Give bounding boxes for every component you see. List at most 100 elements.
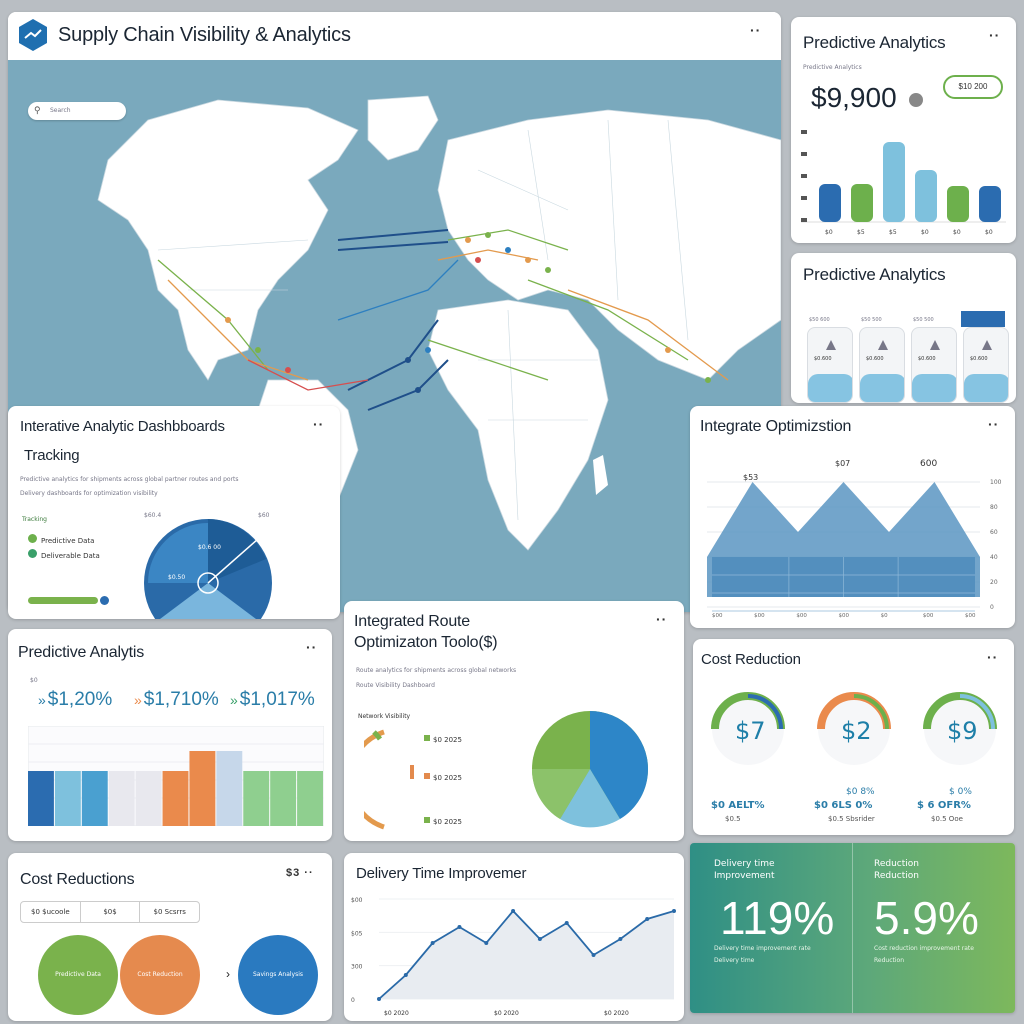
y-tick-label: $00	[351, 897, 363, 904]
card-title: Delivery Time Improvemer	[356, 865, 527, 882]
cost-circle[interactable]: Predictive Data	[38, 935, 118, 1015]
kpi-left-value: 119%	[720, 892, 835, 944]
x-tick-label: $00	[965, 613, 976, 619]
percent-bar[interactable]	[243, 771, 270, 826]
line-point[interactable]	[377, 997, 381, 1001]
percent-bar[interactable]	[216, 751, 243, 826]
forecast-bar[interactable]	[883, 142, 905, 222]
percent-bar[interactable]	[81, 771, 108, 826]
route-item-label: $0 2025	[433, 736, 462, 744]
bar-tick-label: $0	[985, 229, 993, 236]
gauge-caption-sub: $0.5 Sbsrider	[828, 815, 875, 823]
y-tick-mark	[801, 196, 807, 200]
card-menu-button[interactable]: ··	[987, 649, 998, 665]
percent-bar[interactable]	[270, 771, 297, 826]
predictive-analytics-card: Predictive Analytics ·· Predictive Analy…	[791, 17, 1016, 243]
line-point[interactable]	[672, 909, 676, 913]
forecast-bar[interactable]	[851, 184, 873, 222]
percent-bar[interactable]	[189, 751, 216, 826]
card-menu-button[interactable]: ··	[306, 639, 317, 655]
card-subtitle: Predictive Analytics	[803, 64, 862, 71]
card-description-2: Delivery dashboards for optimization vis…	[20, 490, 158, 497]
line-point[interactable]	[511, 909, 516, 913]
forecast-bar[interactable]	[819, 184, 841, 222]
header-menu-button[interactable]: ··	[750, 22, 761, 38]
route-optimization-card: Integrated Route Optimizaton Toolo($) ··…	[344, 601, 684, 841]
metric: » $1,017%	[230, 689, 315, 711]
card-menu-button[interactable]: ··	[313, 416, 324, 432]
progress-dot[interactable]	[100, 596, 109, 605]
progress-bar[interactable]	[28, 597, 98, 604]
card-menu-button[interactable]: ··	[989, 27, 1000, 43]
cost-gauge[interactable]: $7	[703, 679, 793, 769]
analytics-tile[interactable]: $0.600	[807, 327, 853, 403]
line-point[interactable]	[537, 937, 542, 941]
percent-bar[interactable]	[28, 771, 54, 826]
tab-item[interactable]: $0 $ucoole	[21, 902, 81, 922]
forecast-bar[interactable]	[915, 170, 937, 222]
line-point[interactable]	[591, 953, 596, 957]
cost-gauge[interactable]: $9	[915, 679, 1005, 769]
metric-value: $1,710%	[143, 689, 219, 710]
predictive-tiles-card: Predictive Analytics $50 600 $50 500 $50 5…	[791, 253, 1016, 403]
analytics-tile[interactable]: $0.600	[963, 327, 1009, 403]
line-point[interactable]	[645, 917, 650, 921]
route-item[interactable]: $0 2025	[424, 729, 462, 747]
line-point[interactable]	[564, 921, 569, 925]
line-point[interactable]	[403, 973, 408, 977]
cost-circle[interactable]: Savings Analysis	[238, 935, 318, 1015]
percent-bar[interactable]	[297, 771, 323, 826]
line-point[interactable]	[457, 925, 462, 929]
kpi-left-foot-2: Delivery time	[714, 957, 755, 964]
y-tick-label: 300	[351, 964, 363, 971]
forecast-bar[interactable]	[979, 186, 1001, 222]
card-title: Predictive Analytis	[18, 644, 145, 661]
metric: » $1,710%	[134, 689, 219, 711]
bar-tick-label: $0	[825, 229, 833, 236]
tile-label: $0.600	[970, 356, 988, 362]
trend-arrow-icon: »	[134, 692, 142, 708]
gauge-caption-sub: $0.5 Ooe	[931, 815, 963, 823]
tab-item[interactable]: $0 Scsrrs	[140, 902, 199, 922]
card-menu-button[interactable]: ··	[656, 611, 667, 627]
gauge-caption: $0 6LS 0%	[814, 800, 873, 811]
analytics-tile[interactable]: $0.600	[859, 327, 905, 403]
forecast-bar[interactable]	[947, 186, 969, 222]
tile-fill	[912, 374, 956, 402]
y-tick-label: 0	[990, 604, 994, 611]
analytics-tile[interactable]: $0.600	[911, 327, 957, 403]
card-subtitle: Tracking	[24, 447, 80, 464]
info-icon[interactable]	[909, 93, 923, 107]
line-point[interactable]	[430, 941, 435, 945]
cost-gauge[interactable]: $2	[809, 679, 899, 769]
percent-bar[interactable]	[54, 771, 81, 826]
cost-circle[interactable]: Cost Reduction	[120, 935, 200, 1015]
route-item-swatch	[424, 772, 430, 779]
route-pie-chart[interactable]	[530, 709, 650, 829]
gauge-caption: $ 6 OFR%	[917, 800, 971, 811]
tile-icon	[982, 340, 992, 350]
route-item-swatch	[424, 734, 430, 741]
kpi-right-heading: Reduction	[874, 859, 919, 869]
gauge-label-right: $60	[258, 512, 270, 519]
tracking-pie-chart[interactable]: $0.6 00 $0.50	[138, 519, 278, 619]
gauge-caption-top: $0 8%	[846, 787, 875, 797]
route-item[interactable]: $0 2025	[424, 811, 462, 829]
percent-bar[interactable]	[108, 771, 135, 826]
map-search-input[interactable]: ⚲ Search	[28, 102, 126, 120]
percent-bar[interactable]	[135, 771, 162, 826]
route-item[interactable]: $0 2025	[424, 767, 462, 785]
card-menu-button[interactable]: ··	[988, 416, 999, 432]
value-pill[interactable]: $10 200	[943, 75, 1003, 99]
bar-tick-label: $0	[921, 229, 929, 236]
route-item-label: $0 2025	[433, 818, 462, 826]
line-point[interactable]	[618, 937, 623, 941]
percent-bar[interactable]	[162, 771, 189, 826]
tab-item[interactable]: $0$	[81, 902, 141, 922]
y-tick-label: 40	[990, 554, 998, 561]
card-title: Integrate Optimizstion	[700, 418, 852, 435]
y-tick-mark	[801, 218, 807, 222]
line-point[interactable]	[484, 941, 489, 945]
card-menu-button[interactable]: $3 ··	[286, 867, 314, 879]
metric-tag: $0	[30, 677, 38, 684]
